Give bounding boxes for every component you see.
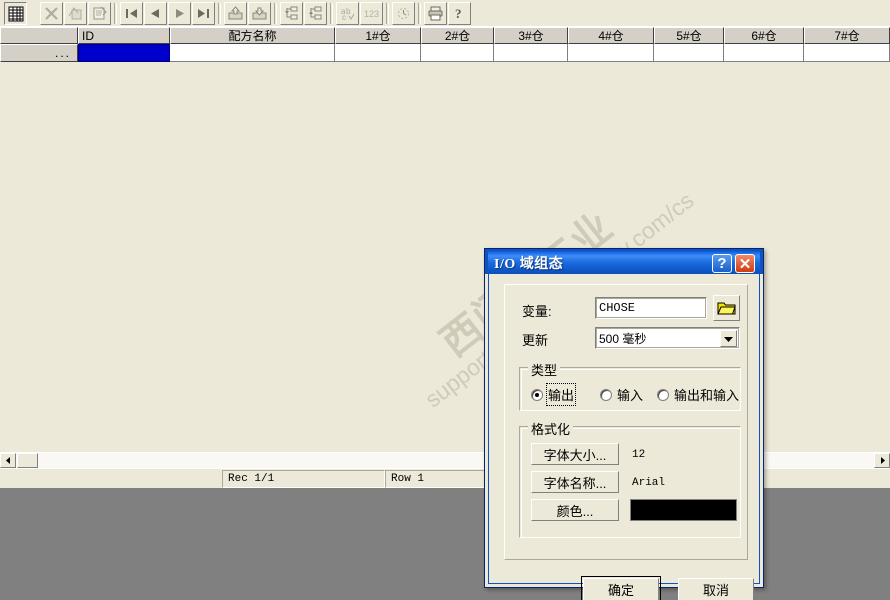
next-record-icon[interactable]	[168, 2, 191, 25]
radio-input-label: 输入	[617, 388, 644, 403]
previous-record-icon[interactable]	[144, 2, 167, 25]
format-groupbox: 格式化 字体大小... 12 字体名称... Arial 颜色...	[519, 419, 741, 538]
scroll-left-arrow-icon[interactable]	[0, 453, 16, 468]
grid-column-header-bin-4[interactable]: 4#仓	[568, 27, 654, 44]
grid-cell-bin-5[interactable]	[654, 44, 724, 62]
update-interval-value: 500 毫秒	[599, 331, 647, 346]
format-group-legend: 格式化	[528, 419, 574, 438]
grid-column-header-bin-1[interactable]: 1#仓	[335, 27, 421, 44]
status-record-indicator: Rec 1/1	[222, 470, 385, 488]
radio-option-output-and-input[interactable]: 输出和输入	[657, 385, 739, 404]
grid-column-header-id[interactable]: ID	[78, 27, 170, 44]
grid-cell-recipe-name[interactable]	[170, 44, 335, 62]
chevron-down-icon[interactable]	[720, 330, 737, 347]
grid-column-header-bin-2[interactable]: 2#仓	[421, 27, 494, 44]
variable-label: 变量:	[522, 304, 552, 319]
application-window: a b c 123 ? ID 配方名称 1#仓 2#仓 3#仓 4#仓 5#仓 …	[0, 0, 890, 600]
grid-cell-bin-6[interactable]	[724, 44, 804, 62]
main-toolbar: a b c 123 ?	[0, 0, 890, 27]
status-row-indicator: Row 1	[385, 470, 488, 488]
delete-record-icon[interactable]	[40, 2, 63, 25]
radio-output-input-indicator[interactable]	[657, 388, 669, 401]
grid-column-header-bin-6[interactable]: 6#仓	[724, 27, 804, 44]
expand-tree-icon[interactable]	[280, 2, 303, 25]
color-button[interactable]: 颜色...	[531, 499, 619, 521]
type-groupbox: 类型 输出 输入 输出和输入	[519, 360, 741, 411]
table-row[interactable]: ...	[0, 44, 890, 62]
numbering-icon[interactable]: 123	[360, 2, 383, 25]
update-label: 更新	[522, 333, 549, 348]
font-name-button[interactable]: 字体名称...	[531, 471, 619, 493]
settings-icon[interactable]	[392, 2, 415, 25]
print-icon[interactable]	[424, 2, 447, 25]
scroll-right-arrow-icon[interactable]	[874, 453, 890, 468]
font-name-value: Arial	[632, 477, 666, 489]
variable-input[interactable]: CHOSE	[595, 297, 707, 319]
font-size-button[interactable]: 字体大小...	[531, 443, 619, 465]
grid-column-header-recipe-name[interactable]: 配方名称	[170, 27, 335, 44]
svg-text:123: 123	[364, 9, 379, 19]
radio-output-label: 输出	[545, 383, 577, 406]
spellcheck-icon[interactable]: a b c	[336, 2, 359, 25]
close-icon[interactable]: ✕	[735, 254, 755, 273]
svg-text:?: ?	[455, 6, 462, 21]
recipe-data-grid[interactable]: ID 配方名称 1#仓 2#仓 3#仓 4#仓 5#仓 6#仓 7#仓 ...	[0, 27, 890, 62]
dialog-content-panel: 变量: CHOSE 更新 500 毫秒 类型 输出 输入 输出和输入 格式化 字…	[504, 284, 748, 560]
svg-text:b: b	[346, 7, 351, 16]
radio-input-indicator[interactable]	[600, 388, 612, 401]
import-icon[interactable]	[224, 2, 247, 25]
dialog-title: I/O 域组态	[494, 256, 564, 272]
type-group-legend: 类型	[528, 360, 561, 379]
io-field-config-dialog[interactable]: I/O 域组态 ? ✕ 变量: CHOSE 更新 500 毫秒 类型 输出 输入…	[484, 248, 764, 600]
first-record-icon[interactable]	[120, 2, 143, 25]
radio-option-output[interactable]: 输出	[531, 383, 577, 406]
grid-cell-bin-3[interactable]	[494, 44, 568, 62]
scrollbar-thumb[interactable]	[17, 453, 38, 468]
dialog-body: 变量: CHOSE 更新 500 毫秒 类型 输出 输入 输出和输入 格式化 字…	[488, 274, 760, 600]
export-icon[interactable]	[248, 2, 271, 25]
grid-cell-bin-2[interactable]	[421, 44, 494, 62]
radio-output-input-label: 输出和输入	[674, 388, 740, 403]
color-swatch[interactable]	[630, 499, 737, 521]
update-interval-select[interactable]: 500 毫秒	[595, 327, 740, 349]
grid-header-row: ID 配方名称 1#仓 2#仓 3#仓 4#仓 5#仓 6#仓 7#仓	[0, 27, 890, 44]
edit-record-icon[interactable]	[88, 2, 111, 25]
grid-cell-bin-7[interactable]	[804, 44, 890, 62]
grid-column-header-bin-3[interactable]: 3#仓	[494, 27, 568, 44]
grid-cell-bin-4[interactable]	[568, 44, 654, 62]
cancel-button[interactable]: 取消	[678, 578, 754, 600]
ok-button[interactable]: 确定	[581, 576, 661, 600]
help-icon[interactable]: ?	[448, 2, 471, 25]
grid-column-header-bin-5[interactable]: 5#仓	[654, 27, 724, 44]
grid-column-header-corner[interactable]	[0, 27, 78, 44]
help-button[interactable]: ?	[712, 254, 732, 273]
last-record-icon[interactable]	[192, 2, 215, 25]
collapse-tree-icon[interactable]	[304, 2, 327, 25]
copy-record-icon[interactable]	[64, 2, 87, 25]
grid-row-marker[interactable]: ...	[0, 44, 78, 62]
recipe-table-icon[interactable]	[4, 2, 27, 25]
radio-option-input[interactable]: 输入	[600, 385, 643, 404]
dialog-titlebar[interactable]: I/O 域组态 ? ✕	[485, 249, 763, 274]
font-size-value: 12	[632, 449, 646, 461]
folder-icon[interactable]	[713, 295, 740, 321]
grid-cell-bin-1[interactable]	[335, 44, 421, 62]
svg-text:c: c	[342, 13, 346, 21]
radio-output-indicator[interactable]	[531, 388, 543, 401]
grid-column-header-bin-7[interactable]: 7#仓	[804, 27, 890, 44]
grid-cell-id[interactable]	[78, 44, 170, 62]
